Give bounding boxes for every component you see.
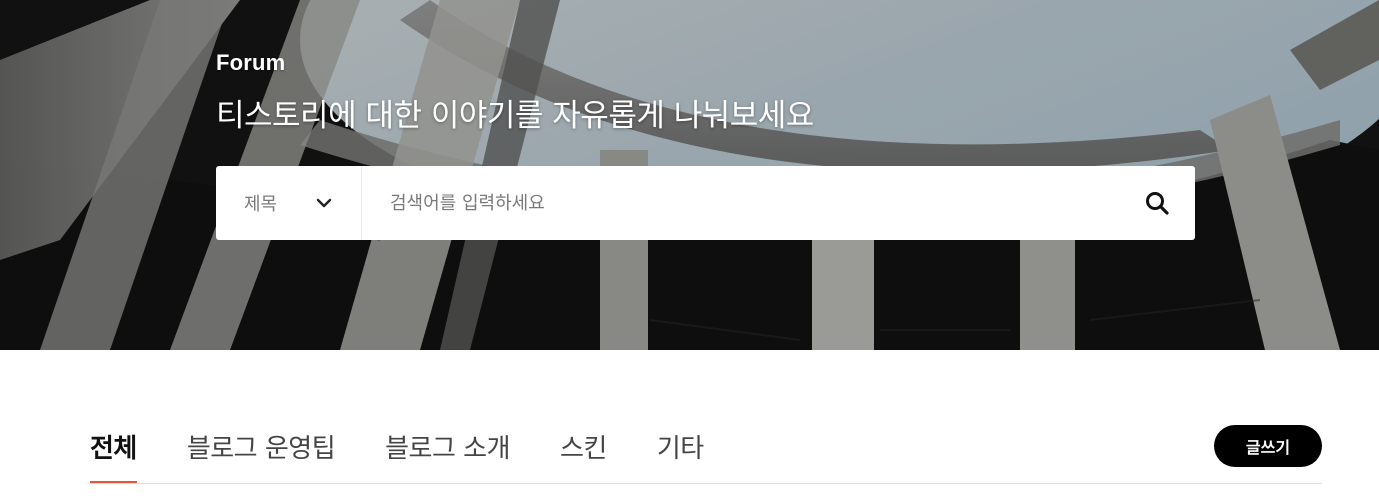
search-field-select-value: 제목 <box>244 194 278 215</box>
search-bar: 제목 <box>216 166 1195 240</box>
search-field-select[interactable]: 제목 <box>216 166 362 240</box>
hero-banner: Forum 티스토리에 대한 이야기를 자유롭게 나눠보세요 제목 <box>0 0 1379 350</box>
search-button[interactable] <box>1119 166 1195 240</box>
tabs-divider <box>90 483 1322 484</box>
tab-etc[interactable]: 기타 <box>657 410 704 484</box>
tab-blog-intro[interactable]: 블로그 소개 <box>385 410 510 484</box>
search-icon <box>1146 192 1169 215</box>
category-tabs: 전체 블로그 운영팁 블로그 소개 스킨 기타 <box>90 410 754 484</box>
chevron-down-icon <box>316 198 332 208</box>
hero-title: 티스토리에 대한 이야기를 자유롭게 나눠보세요 <box>216 98 814 134</box>
forum-label: Forum <box>216 50 286 75</box>
tab-blog-tips[interactable]: 블로그 운영팁 <box>187 410 336 484</box>
write-post-button[interactable]: 글쓰기 <box>1214 425 1322 467</box>
tab-skin[interactable]: 스킨 <box>560 410 607 484</box>
tab-all[interactable]: 전체 <box>90 410 137 484</box>
search-input[interactable] <box>362 166 1119 240</box>
